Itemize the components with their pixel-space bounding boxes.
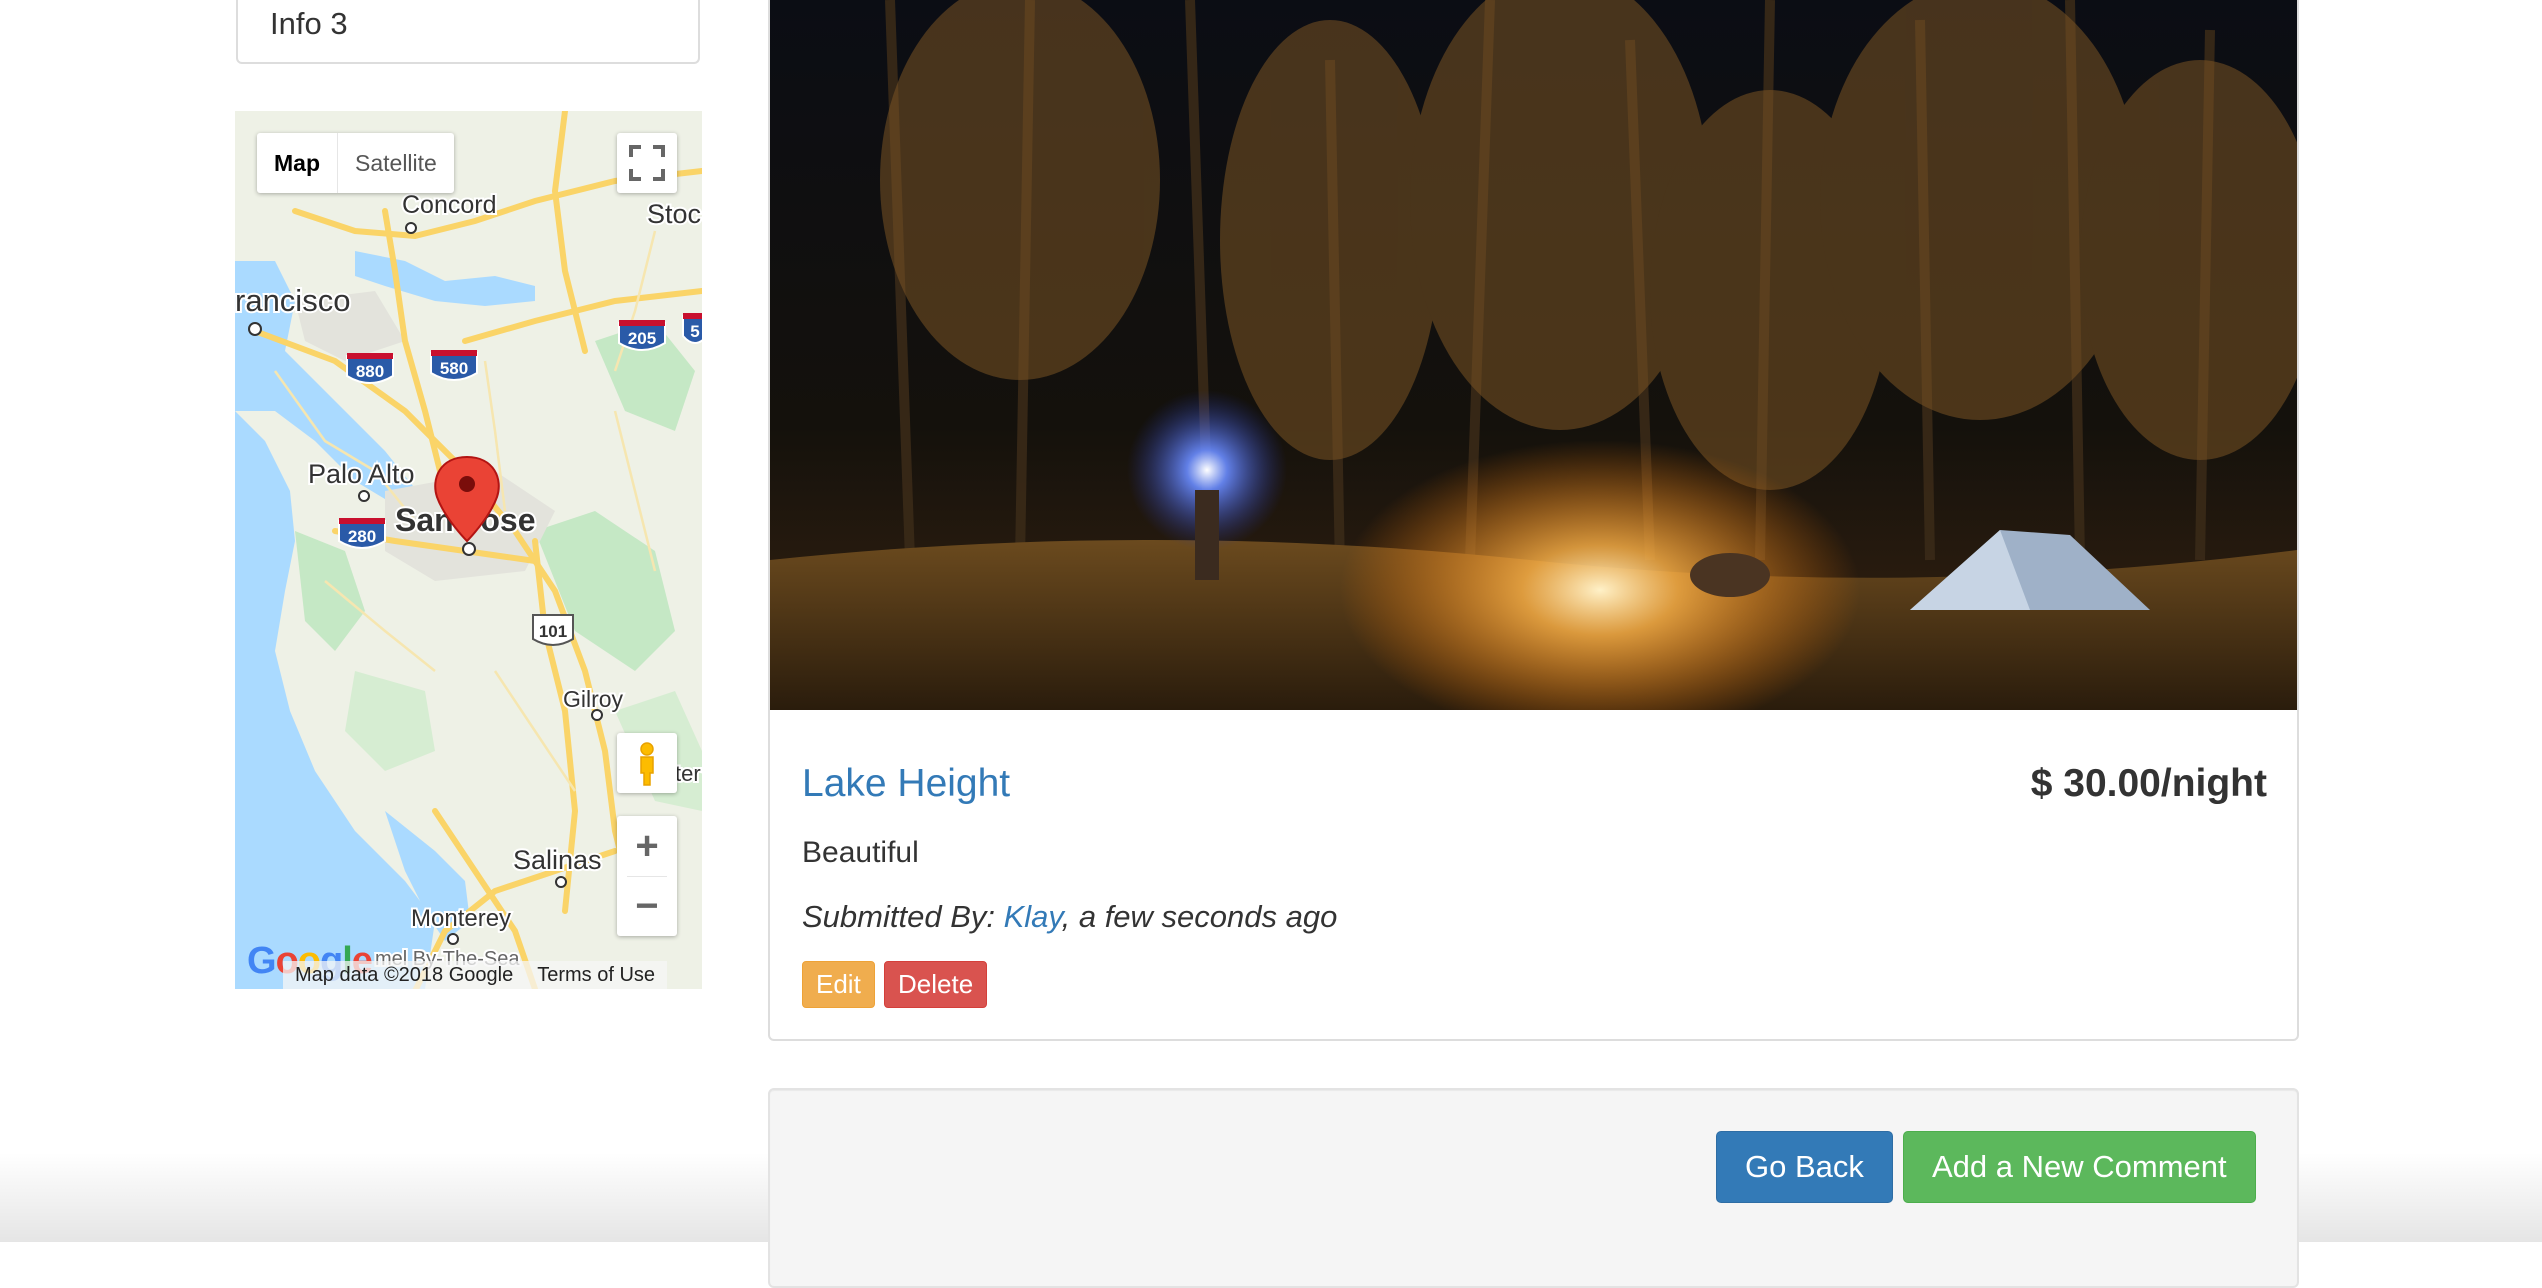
shield-i580: 580 [430, 350, 478, 381]
go-back-button[interactable]: Go Back [1716, 1131, 1893, 1203]
street-view-button[interactable] [617, 733, 677, 793]
shield-us101: 101 [532, 614, 574, 646]
google-map[interactable]: Concord Stoc rancisco Palo Alto San Jose… [235, 111, 702, 989]
fullscreen-icon [629, 145, 665, 181]
info-list-item-label: Info 3 [270, 6, 348, 41]
delete-button[interactable]: Delete [884, 961, 988, 1008]
map-type-control: Map Satellite [257, 133, 454, 193]
map-attribution: Map data ©2018 Google [283, 961, 526, 989]
svg-text:580: 580 [440, 359, 468, 378]
submitted-by: Submitted By: Klay, a few seconds ago [802, 899, 1337, 935]
shield-i5: 5 [682, 313, 702, 344]
map-label-san-francisco: rancisco [235, 283, 350, 318]
map-label-gilroy: Gilroy [563, 686, 624, 712]
campground-title-link[interactable]: Lake Height [802, 762, 1010, 806]
add-comment-button[interactable]: Add a New Comment [1903, 1131, 2256, 1203]
pegman-icon [640, 742, 654, 786]
svg-text:280: 280 [348, 527, 376, 546]
zoom-out-button[interactable]: − [617, 876, 677, 936]
map-label-partial: ter [675, 761, 701, 786]
author-link[interactable]: Klay [1004, 899, 1062, 934]
submitted-time: , a few seconds ago [1061, 899, 1338, 934]
edit-button[interactable]: Edit [802, 961, 875, 1008]
shield-i205: 205 [618, 320, 666, 351]
campground-description: Beautiful [802, 836, 919, 869]
map-label-concord: Concord [402, 191, 497, 219]
info-list-item[interactable]: Info 3 [236, 0, 700, 64]
svg-text:5: 5 [690, 322, 699, 341]
map-type-satellite-button[interactable]: Satellite [338, 133, 454, 193]
map-label-stockton: Stoc [647, 199, 701, 229]
svg-text:205: 205 [628, 329, 656, 348]
submitted-prefix: Submitted By: [802, 899, 1004, 934]
map-label-salinas: Salinas [513, 845, 602, 875]
map-type-map-button[interactable]: Map [257, 133, 337, 193]
campfire-photo [770, 0, 2297, 710]
terms-of-use-link[interactable]: Terms of Use [525, 961, 668, 989]
zoom-divider [627, 876, 667, 877]
svg-text:101: 101 [539, 622, 567, 641]
svg-text:880: 880 [356, 362, 384, 381]
map-label-monterey: Monterey [411, 905, 511, 932]
zoom-control: + − [617, 816, 677, 936]
campground-price: $ 30.00/night [2030, 762, 2267, 805]
campground-image [770, 0, 2297, 710]
zoom-in-button[interactable]: + [617, 816, 677, 876]
map-label-palo-alto: Palo Alto [308, 459, 415, 489]
fullscreen-button[interactable] [617, 133, 677, 193]
shield-i280: 280 [338, 518, 386, 549]
map-footer: Map data ©2018 Google Terms of Use [283, 961, 668, 989]
shield-i880: 880 [346, 353, 394, 384]
